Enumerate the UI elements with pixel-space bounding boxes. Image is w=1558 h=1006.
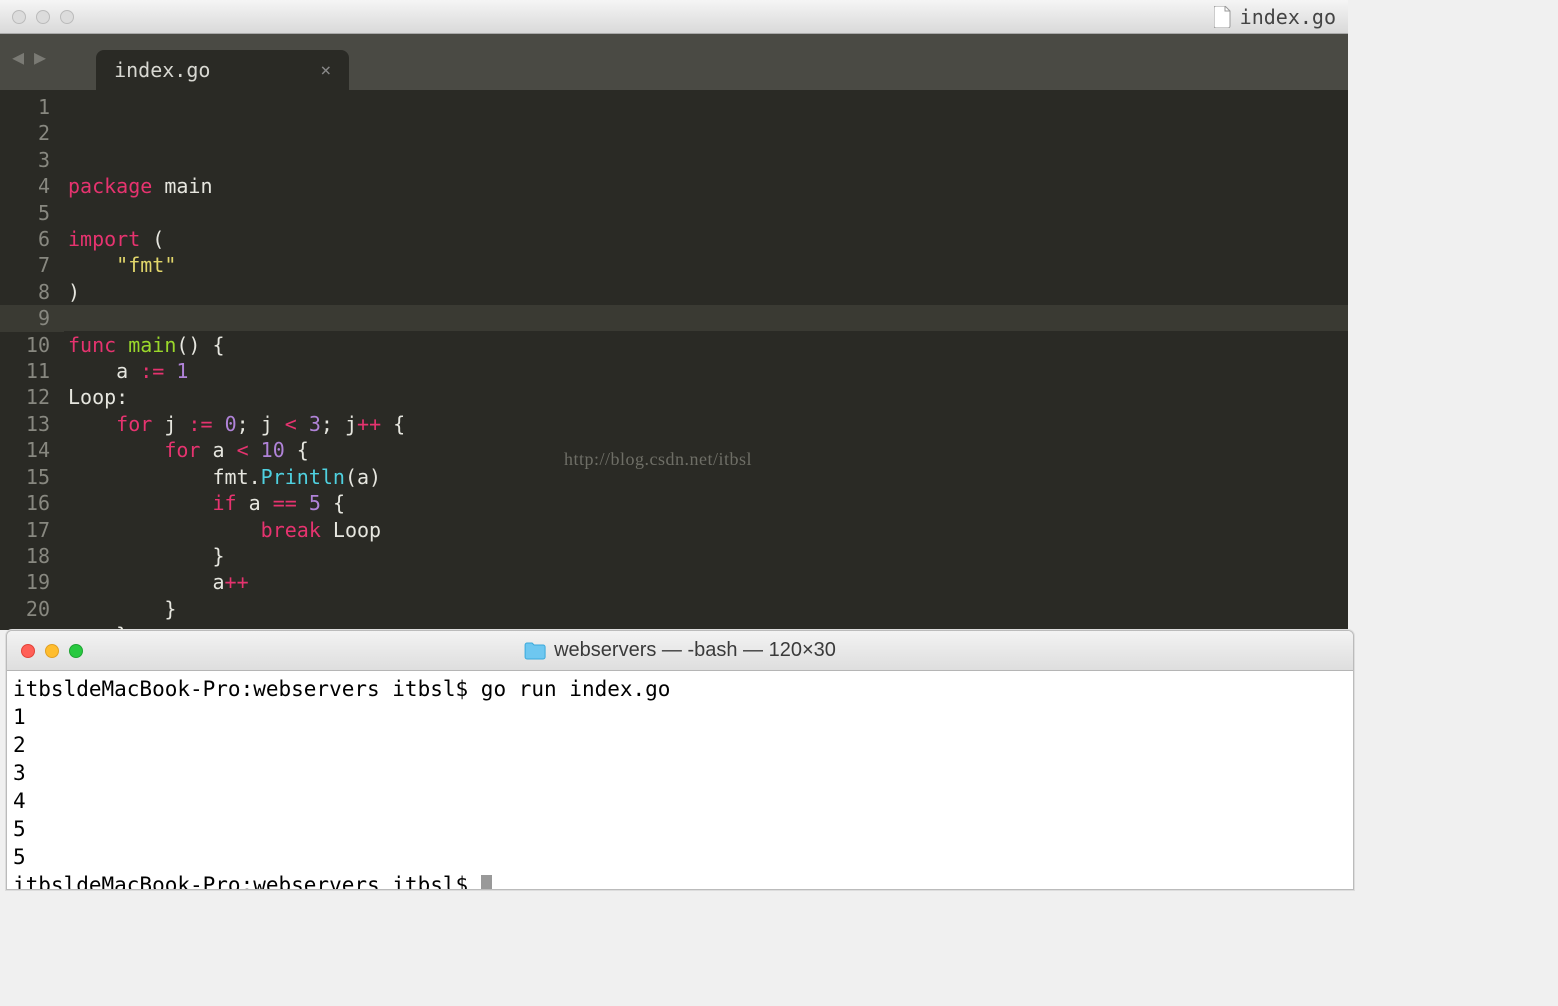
line-number: 10	[0, 332, 50, 358]
code-area[interactable]: http://blog.csdn.net/itbsl package main …	[64, 90, 1348, 630]
tab-close-icon[interactable]: ×	[320, 60, 331, 81]
terminal-output-line: 1	[13, 705, 26, 729]
terminal-output-line: 4	[13, 789, 26, 813]
terminal-minimize-button[interactable]	[45, 644, 59, 658]
editor-toolbar: ◀ ▶ index.go ×	[0, 34, 1348, 90]
terminal-prompt: itbsldeMacBook-Pro:webservers itbsl$	[13, 677, 481, 701]
nav-forward-icon[interactable]: ▶	[34, 47, 46, 67]
code-content: package main import ( "fmt" ) func main(…	[68, 173, 1348, 630]
line-number: 3	[0, 147, 50, 173]
terminal-title-text: webservers — -bash — 120×30	[554, 639, 836, 662]
line-number-gutter: 1 2 3 4 5 6 7 8 9 10 11 12 13 14 15 16 1…	[0, 90, 64, 630]
line-number: 2	[0, 120, 50, 146]
line-number: 20	[0, 596, 50, 622]
line-number: 17	[0, 517, 50, 543]
nav-back-icon[interactable]: ◀	[12, 47, 24, 67]
terminal-close-button[interactable]	[21, 644, 35, 658]
titlebar-file: index.go	[1214, 5, 1336, 29]
editor-window: index.go ◀ ▶ index.go × 1 2 3 4 5 6 7 8 …	[0, 0, 1348, 630]
line-number: 12	[0, 384, 50, 410]
line-number: 8	[0, 279, 50, 305]
tab-label: index.go	[114, 58, 210, 82]
terminal-window: webservers — -bash — 120×30 itbsldeMacBo…	[6, 630, 1354, 890]
window-close-button[interactable]	[12, 10, 26, 24]
titlebar-filename: index.go	[1240, 5, 1336, 29]
line-number: 7	[0, 252, 50, 278]
line-number: 16	[0, 490, 50, 516]
terminal-output-line: 3	[13, 761, 26, 785]
watermark-text: http://blog.csdn.net/itbsl	[564, 446, 752, 472]
window-zoom-button[interactable]	[60, 10, 74, 24]
terminal-title: webservers — -bash — 120×30	[524, 639, 836, 662]
window-minimize-button[interactable]	[36, 10, 50, 24]
line-number: 15	[0, 464, 50, 490]
terminal-cursor	[481, 875, 492, 890]
line-number: 4	[0, 173, 50, 199]
folder-icon	[524, 642, 546, 660]
line-number: 19	[0, 569, 50, 595]
terminal-titlebar: webservers — -bash — 120×30	[7, 631, 1353, 671]
line-number: 11	[0, 358, 50, 384]
line-number: 6	[0, 226, 50, 252]
terminal-output-line: 5	[13, 845, 26, 869]
file-icon	[1214, 6, 1232, 28]
terminal-output-line: 5	[13, 817, 26, 841]
terminal-zoom-button[interactable]	[69, 644, 83, 658]
editor-body: 1 2 3 4 5 6 7 8 9 10 11 12 13 14 15 16 1…	[0, 90, 1348, 630]
nav-arrows: ◀ ▶	[12, 47, 46, 67]
line-number: 14	[0, 437, 50, 463]
terminal-command: go run index.go	[481, 677, 671, 701]
terminal-prompt: itbsldeMacBook-Pro:webservers itbsl$	[13, 873, 481, 890]
line-number: 9	[0, 305, 64, 331]
line-number: 1	[0, 94, 50, 120]
editor-titlebar: index.go	[0, 0, 1348, 34]
editor-tab[interactable]: index.go ×	[96, 50, 349, 90]
line-number: 13	[0, 411, 50, 437]
terminal-body[interactable]: itbsldeMacBook-Pro:webservers itbsl$ go …	[7, 671, 1353, 890]
terminal-output-line: 2	[13, 733, 26, 757]
line-number: 18	[0, 543, 50, 569]
editor-traffic-lights	[12, 10, 74, 24]
line-number: 5	[0, 200, 50, 226]
